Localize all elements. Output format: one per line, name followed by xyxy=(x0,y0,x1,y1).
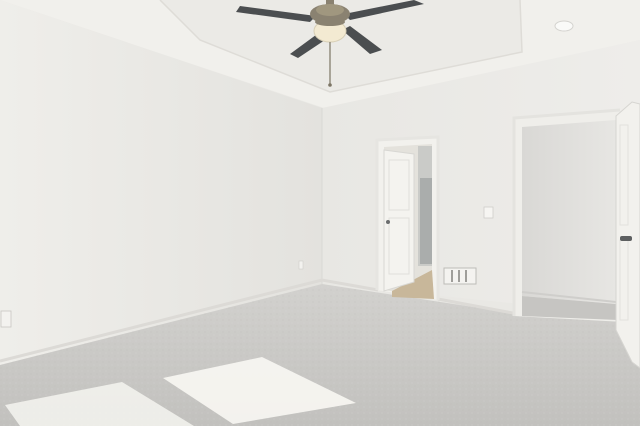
closet-interior xyxy=(522,120,616,304)
door-knob-icon xyxy=(386,220,390,224)
smoke-detector xyxy=(554,20,574,32)
light-switch xyxy=(483,206,494,219)
door-handle-icon xyxy=(620,236,632,241)
bathroom-doorway xyxy=(375,135,440,300)
wall-outlet xyxy=(0,310,12,328)
floor-vent xyxy=(443,267,477,285)
empty-bedroom-photo xyxy=(0,0,640,426)
